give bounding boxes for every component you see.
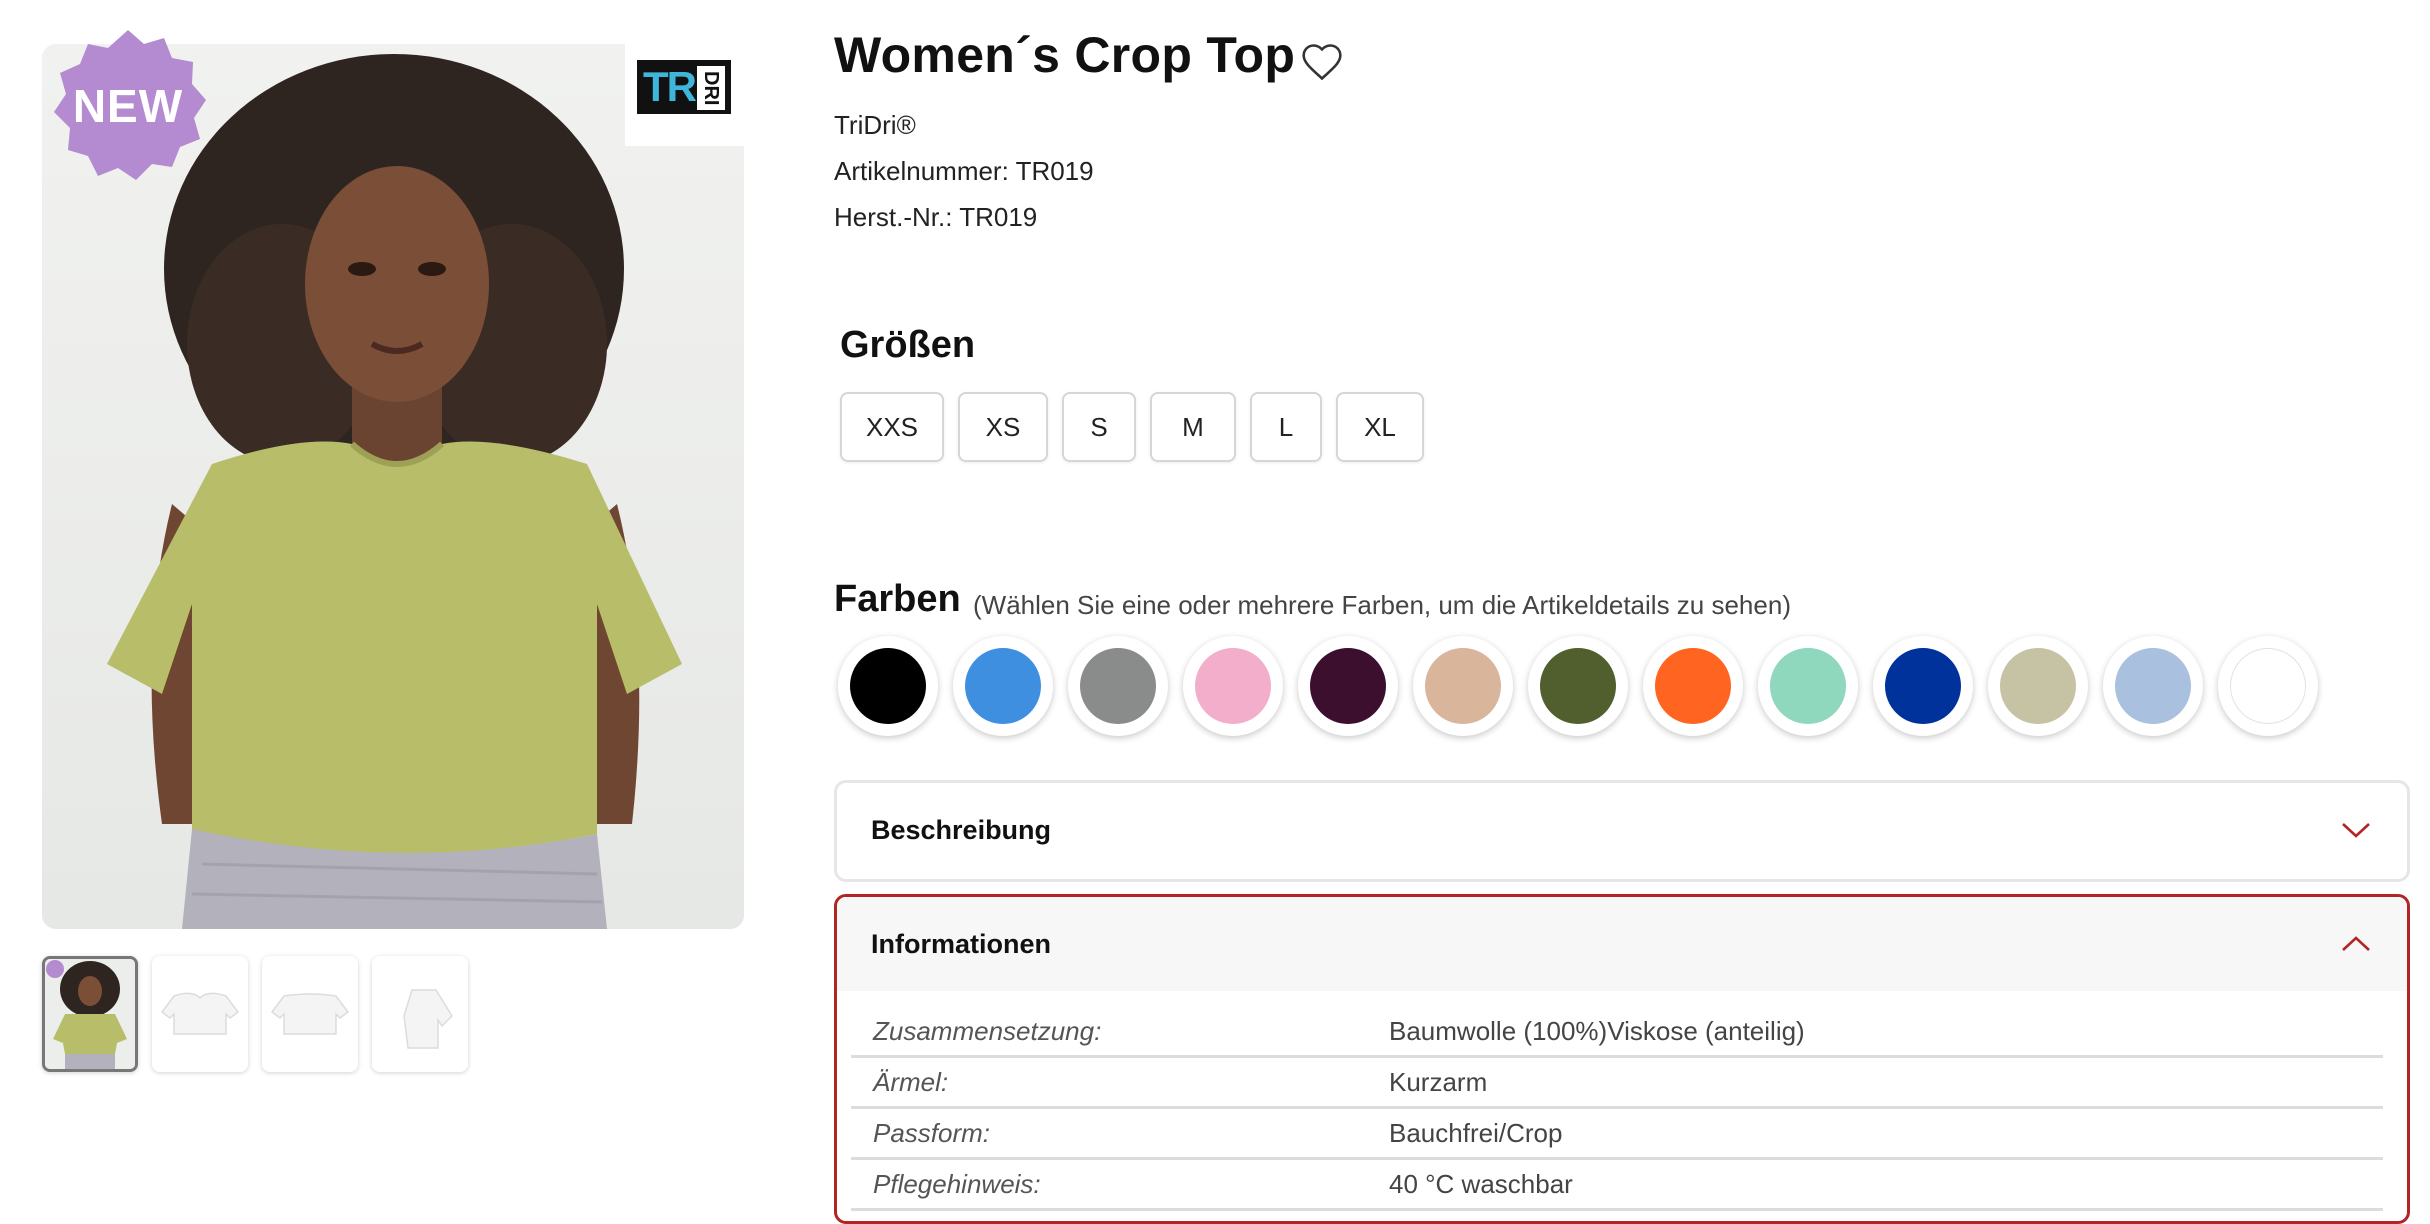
size-button-xs[interactable]: XS xyxy=(958,392,1048,462)
brand-logo-text-dri: DRI xyxy=(697,66,725,110)
color-swatch-8[interactable] xyxy=(1643,636,1743,736)
color-swatch-2[interactable] xyxy=(953,636,1053,736)
colors-heading: Farben xyxy=(834,578,961,620)
information-table: Zusammensetzung: Baumwolle (100%)Viskose… xyxy=(851,1007,2383,1211)
brand-logo-text-tri: TRI xyxy=(643,63,707,110)
table-row: Ärmel: Kurzarm xyxy=(851,1056,2383,1109)
accordion-information-title: Informationen xyxy=(871,928,1051,959)
info-key: Zusammensetzung: xyxy=(851,1007,1367,1058)
thumbnail-4[interactable] xyxy=(372,956,468,1072)
info-key: Ärmel: xyxy=(851,1056,1367,1109)
info-key: Passform: xyxy=(851,1107,1367,1160)
accordion-description: Beschreibung xyxy=(834,780,2410,882)
chevron-up-icon xyxy=(2342,936,2370,951)
size-button-xl[interactable]: XL xyxy=(1336,392,1424,462)
color-swatch-4[interactable] xyxy=(1183,636,1283,736)
color-swatch-dot xyxy=(965,648,1041,724)
sizes-heading: Größen xyxy=(840,324,976,366)
thumbnail-1[interactable] xyxy=(42,956,138,1072)
size-button-xxs[interactable]: XXS xyxy=(840,392,944,462)
brand-name: TriDri® xyxy=(834,110,916,140)
info-value: Kurzarm xyxy=(1367,1056,2383,1109)
accordion-information: Informationen Zusammensetzung: Baumwolle… xyxy=(834,894,2410,1224)
color-selector xyxy=(838,636,2318,736)
color-swatch-dot xyxy=(850,648,926,724)
color-swatch-dot xyxy=(2230,648,2306,724)
info-value: 40 °C waschbar xyxy=(1367,1158,2383,1211)
color-swatch-9[interactable] xyxy=(1758,636,1858,736)
wishlist-heart-icon[interactable] xyxy=(1300,40,1344,84)
new-badge: NEW xyxy=(46,26,210,186)
color-swatch-dot xyxy=(1540,648,1616,724)
info-key: Pflegehinweis: xyxy=(851,1158,1367,1211)
brand-logo: TRI DRI xyxy=(625,44,745,146)
product-title: Women´s Crop Top xyxy=(834,27,1296,83)
chevron-down-icon xyxy=(2342,823,2370,838)
color-swatch-dot xyxy=(1195,648,1271,724)
info-value: Bauchfrei/Crop xyxy=(1367,1107,2383,1160)
color-swatch-12[interactable] xyxy=(2103,636,2203,736)
thumbnail-3[interactable] xyxy=(262,956,358,1072)
size-button-m[interactable]: M xyxy=(1150,392,1236,462)
color-swatch-1[interactable] xyxy=(838,636,938,736)
color-swatch-dot xyxy=(2000,648,2076,724)
accordion-description-title: Beschreibung xyxy=(871,814,1052,845)
table-row: Pflegehinweis: 40 °C waschbar xyxy=(851,1158,2383,1211)
color-swatch-dot xyxy=(1885,648,1961,724)
table-row: Passform: Bauchfrei/Crop xyxy=(851,1107,2383,1160)
color-swatch-5[interactable] xyxy=(1298,636,1398,736)
color-swatch-7[interactable] xyxy=(1528,636,1628,736)
accordion-description-header[interactable]: Beschreibung xyxy=(837,783,2407,877)
table-row: Zusammensetzung: Baumwolle (100%)Viskose… xyxy=(851,1007,2383,1058)
color-swatch-10[interactable] xyxy=(1873,636,1973,736)
info-value: Baumwolle (100%)Viskose (anteilig) xyxy=(1367,1007,2383,1058)
color-swatch-dot xyxy=(1080,648,1156,724)
article-number: Artikelnummer: TR019 xyxy=(834,156,1094,186)
color-swatch-dot xyxy=(1310,648,1386,724)
color-swatch-dot xyxy=(1425,648,1501,724)
color-swatch-dot xyxy=(1655,648,1731,724)
color-swatch-13[interactable] xyxy=(2218,636,2318,736)
colors-hint: (Wählen Sie eine oder mehrere Farben, um… xyxy=(973,590,1791,620)
accordion-information-header[interactable]: Informationen xyxy=(837,897,2407,991)
thumbnail-2[interactable] xyxy=(152,956,248,1072)
color-swatch-dot xyxy=(2115,648,2191,724)
size-button-l[interactable]: L xyxy=(1250,392,1322,462)
color-swatch-11[interactable] xyxy=(1988,636,2088,736)
new-badge-label: NEW xyxy=(72,80,184,132)
size-selector: XXS XS S M L XL xyxy=(840,392,1424,462)
color-swatch-6[interactable] xyxy=(1413,636,1513,736)
size-button-s[interactable]: S xyxy=(1062,392,1136,462)
color-swatch-dot xyxy=(1770,648,1846,724)
color-swatch-3[interactable] xyxy=(1068,636,1168,736)
thumbnail-strip xyxy=(42,956,468,1072)
manufacturer-number: Herst.-Nr.: TR019 xyxy=(834,202,1038,232)
